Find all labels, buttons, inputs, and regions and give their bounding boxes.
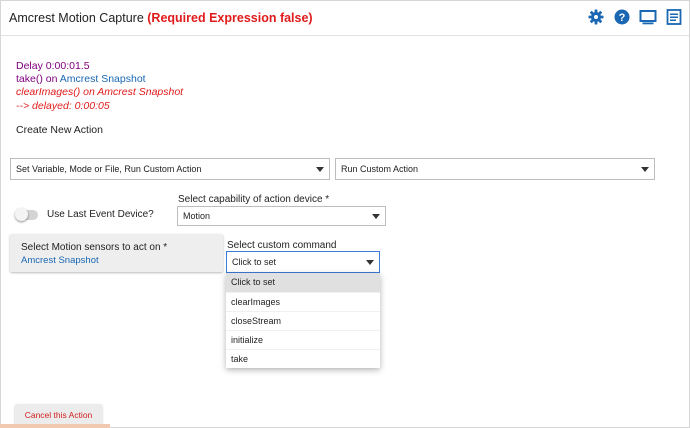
chevron-down-icon [641,167,649,172]
motion-sensor-picker[interactable]: Select Motion sensors to act on * Amcres… [10,234,223,272]
action-delayed: --> delayed: 0:00:05 [16,99,110,112]
notes-icon[interactable] [665,8,683,26]
toggle-knob [15,208,28,221]
dropdown-option-closestream[interactable]: closeStream [226,311,380,330]
capability-label: Select capability of action device * [178,194,330,205]
app-window: Amcrest Motion Capture (Required Express… [0,0,690,428]
action-type-value: Set Variable, Mode or File, Run Custom A… [16,164,202,174]
capability-value: Motion [183,211,211,221]
dropdown-option-take[interactable]: take [226,349,380,368]
chevron-down-icon [316,167,324,172]
motion-sensor-value: Amcrest Snapshot [21,255,99,266]
dropdown-option-initialize[interactable]: initialize [226,330,380,349]
monitor-icon[interactable] [639,8,657,26]
gear-icon[interactable] [587,8,605,26]
page-title: Amcrest Motion Capture (Required Express… [9,11,313,25]
dropdown-option-clearimages[interactable]: clearImages [226,292,380,311]
capability-select[interactable]: Motion [177,206,386,226]
chevron-down-icon [366,260,374,265]
action-clear-images: clearImages() on Amcrest Snapshot [16,86,184,99]
action-take-device: Amcrest Snapshot [59,73,146,86]
action-take-command: take() on [16,73,60,86]
cancel-action-button[interactable]: Cancel this Action [15,404,102,426]
action-delay: Delay 0:00:01.5 [16,60,90,72]
custom-command-label: Select custom command [227,240,337,251]
last-event-label: Use Last Event Device? [47,209,154,220]
required-expression-status: (Required Expression false) [147,11,313,25]
header-icons: ? [587,8,683,26]
help-icon[interactable]: ? [613,8,631,26]
header-bar: Amcrest Motion Capture (Required Express… [1,1,689,36]
dropdown-option-click-to-set[interactable]: Click to set [226,273,380,292]
existing-actions-list: Delay 0:00:01.5 take() on Amcrest Snapsh… [16,60,183,113]
motion-sensor-label: Select Motion sensors to act on * [21,242,168,253]
action-type-select[interactable]: Set Variable, Mode or File, Run Custom A… [10,158,330,180]
action-select[interactable]: Run Custom Action [335,158,655,180]
custom-command-dropdown: Click to set clearImages closeStream ini… [226,273,380,368]
action-take: take() on Amcrest Snapshot [16,73,183,86]
action-value: Run Custom Action [341,164,419,174]
bottom-strip [0,424,110,428]
last-event-toggle[interactable] [15,208,38,221]
chevron-down-icon [372,214,380,219]
custom-command-value: Click to set [232,257,277,267]
app-title: Amcrest Motion Capture [9,11,144,25]
custom-command-select[interactable]: Click to set [226,251,380,273]
svg-text:?: ? [619,12,626,24]
create-new-action-heading: Create New Action [16,124,103,136]
